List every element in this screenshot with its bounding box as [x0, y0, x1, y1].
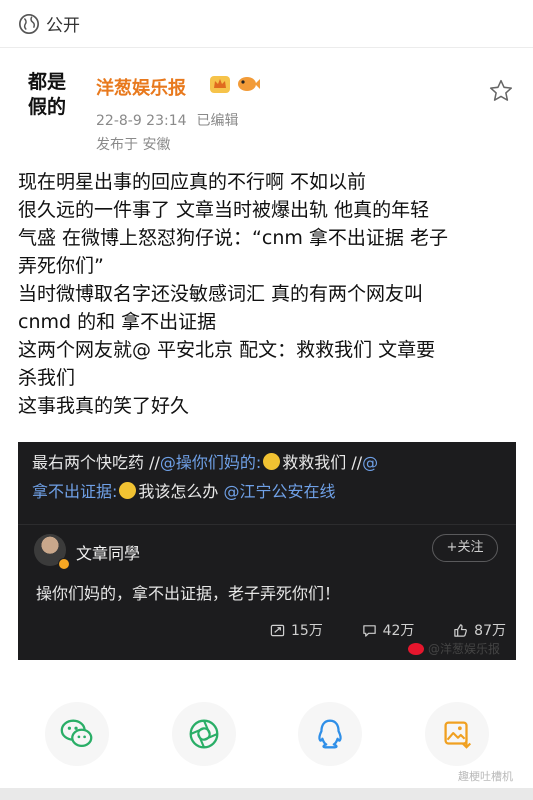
crown-badge-icon	[210, 76, 230, 93]
post-meta: 22-8-9 23:14 已编辑	[96, 110, 239, 130]
body-line: 这事我真的笑了好久	[18, 395, 190, 417]
body-line: 气盛 在微博上怒怼狗仔说：“cnm 拿不出证据 老子	[18, 227, 448, 249]
embed-text: 操你们妈的，拿不出证据，老子弄死你们！	[36, 584, 341, 603]
body-line: 弄死你们”	[18, 255, 104, 277]
avatar[interactable]: 都是 假的	[18, 70, 76, 128]
bottom-strip	[0, 788, 533, 800]
weibo-watermark: @洋葱娱乐报	[408, 640, 500, 657]
verified-badge-icon	[58, 558, 70, 570]
top-bar: 公开	[0, 0, 533, 48]
mention-link[interactable]: @江宁公安在线	[224, 482, 336, 501]
body-line: 现在明星出事的回应真的不行啊 不如以前	[18, 171, 367, 193]
mention-link[interactable]: @操你们妈的:	[160, 453, 261, 472]
weibo-logo-icon	[408, 642, 424, 655]
post-body: 现在明星出事的回应真的不行啊 不如以前 很久远的一件事了 文章当时被爆出轨 他真…	[18, 168, 518, 420]
edited-label[interactable]: 已编辑	[197, 113, 239, 129]
visibility-label[interactable]: 公开	[46, 11, 80, 36]
comment-stat[interactable]: 42万	[362, 620, 414, 640]
follow-button[interactable]: +关注	[432, 534, 498, 562]
wechat-icon	[60, 719, 93, 748]
mention-link[interactable]: @	[362, 453, 378, 472]
like-stat[interactable]: 87万	[453, 620, 506, 640]
moments-icon	[189, 719, 219, 749]
body-line: cnmd 的和 拿不出证据	[18, 311, 217, 333]
body-line: 很久远的一件事了 文章当时被爆出轨 他真的年轻	[18, 199, 430, 221]
post-time: 22-8-9 23:14	[96, 113, 187, 129]
crying-emoji-icon	[263, 453, 281, 470]
qq-icon	[318, 719, 342, 749]
mention-link[interactable]: 拿不出证据:	[32, 482, 117, 501]
embed-stats: 15万 42万 87万	[270, 620, 506, 640]
crying-emoji-icon	[119, 482, 137, 499]
embed-caption: 最右两个快吃药 //@操你们妈的: 救救我们 //@ 拿不出证据: 我该怎么办 @江宁…	[32, 453, 379, 501]
repost-icon	[270, 624, 285, 636]
share-wechat-button[interactable]	[45, 702, 109, 766]
save-image-button[interactable]	[425, 702, 489, 766]
save-image-icon	[444, 721, 472, 749]
corner-watermark: 趣梗吐槽机	[458, 770, 513, 783]
comment-icon	[362, 624, 376, 637]
body-line: 杀我们	[18, 367, 76, 389]
share-moments-button[interactable]	[172, 702, 236, 766]
embedded-screenshot[interactable]: 最右两个快吃药 //@操你们妈的: 救救我们 //@ 拿不出证据: 我该怎么办 @江宁…	[18, 442, 516, 660]
post-location: 发布于 安徽	[96, 137, 171, 153]
thumbs-up-icon	[454, 623, 468, 637]
divider	[18, 524, 516, 525]
globe-icon	[19, 13, 39, 34]
star-icon[interactable]	[488, 78, 514, 104]
share-qq-button[interactable]	[298, 702, 362, 766]
fish-badge-icon	[238, 77, 260, 91]
body-line: 这两个网友就@ 平安北京 配文：救救我们 文章要	[18, 339, 436, 361]
embed-author[interactable]: 文章同學	[76, 540, 140, 564]
author-name[interactable]: 洋葱娱乐报	[96, 74, 186, 100]
body-line: 当时微博取名字还没敏感词汇 真的有两个网友叫	[18, 283, 424, 305]
repost-stat[interactable]: 15万	[270, 620, 323, 640]
